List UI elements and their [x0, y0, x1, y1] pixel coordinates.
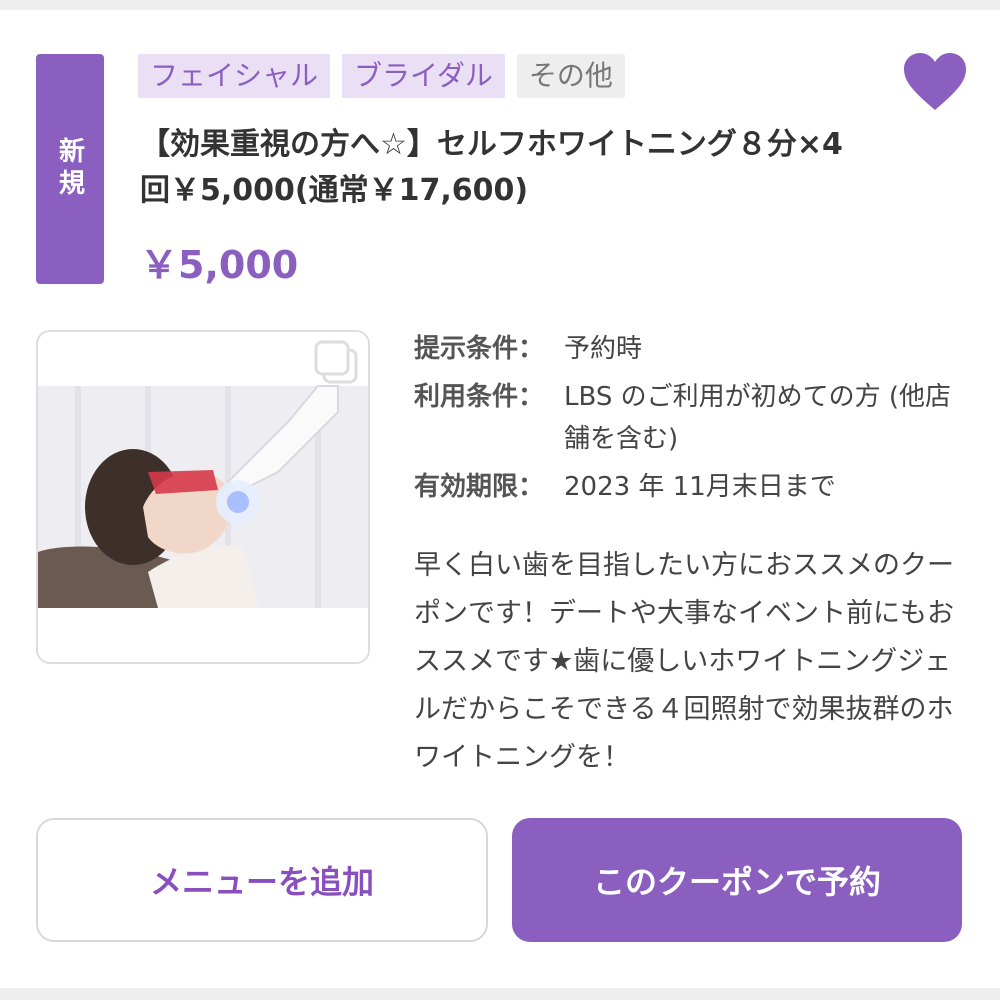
- new-badge-label: 新規: [54, 137, 85, 201]
- add-menu-button[interactable]: メニューを追加: [36, 818, 488, 942]
- condition-label: 有効期限：: [414, 472, 545, 502]
- reserve-button-label: このクーポンで予約: [592, 863, 881, 901]
- gallery-icon: [312, 338, 362, 388]
- new-badge: 新規: [36, 54, 104, 284]
- condition-usage: 利用条件： LBS のご利用が初めての方 (他店舗を含む): [414, 376, 974, 460]
- condition-value: LBS のご利用が初めての方 (他店舗を含む): [564, 382, 952, 454]
- coupon-price: ￥5,000: [140, 243, 299, 287]
- coupon-title: 【効果重視の方へ☆】セルフホワイトニング８分×4 回￥5,000(通常￥17,6…: [140, 127, 843, 208]
- coupon-description: 早く白い歯を目指したい方におススメのクーポンです！デートや大事なイベント前にもお…: [414, 550, 954, 773]
- condition-value: 2023 年 11月末日まで: [564, 472, 836, 502]
- condition-label: 提示条件：: [414, 334, 545, 364]
- tag-other: その他: [516, 54, 625, 98]
- condition-presentation: 提示条件： 予約時: [414, 328, 974, 370]
- coupon-conditions: 提示条件： 予約時 利用条件： LBS のご利用が初めての方 (他店舗を含む) …: [414, 328, 974, 514]
- tag-facial: フェイシャル: [138, 54, 331, 98]
- condition-value: 予約時: [564, 334, 643, 364]
- top-divider: [0, 0, 1000, 10]
- condition-label: 利用条件：: [414, 382, 545, 412]
- reserve-with-coupon-button[interactable]: このクーポンで予約: [512, 818, 962, 942]
- condition-expiry: 有効期限： 2023 年 11月末日まで: [414, 466, 974, 508]
- add-menu-button-label: メニューを追加: [149, 863, 374, 901]
- category-tags: フェイシャル ブライダル その他: [138, 54, 625, 98]
- tag-bridal: ブライダル: [342, 54, 505, 98]
- bottom-divider: [0, 988, 1000, 1000]
- favorite-heart-icon[interactable]: [902, 52, 968, 112]
